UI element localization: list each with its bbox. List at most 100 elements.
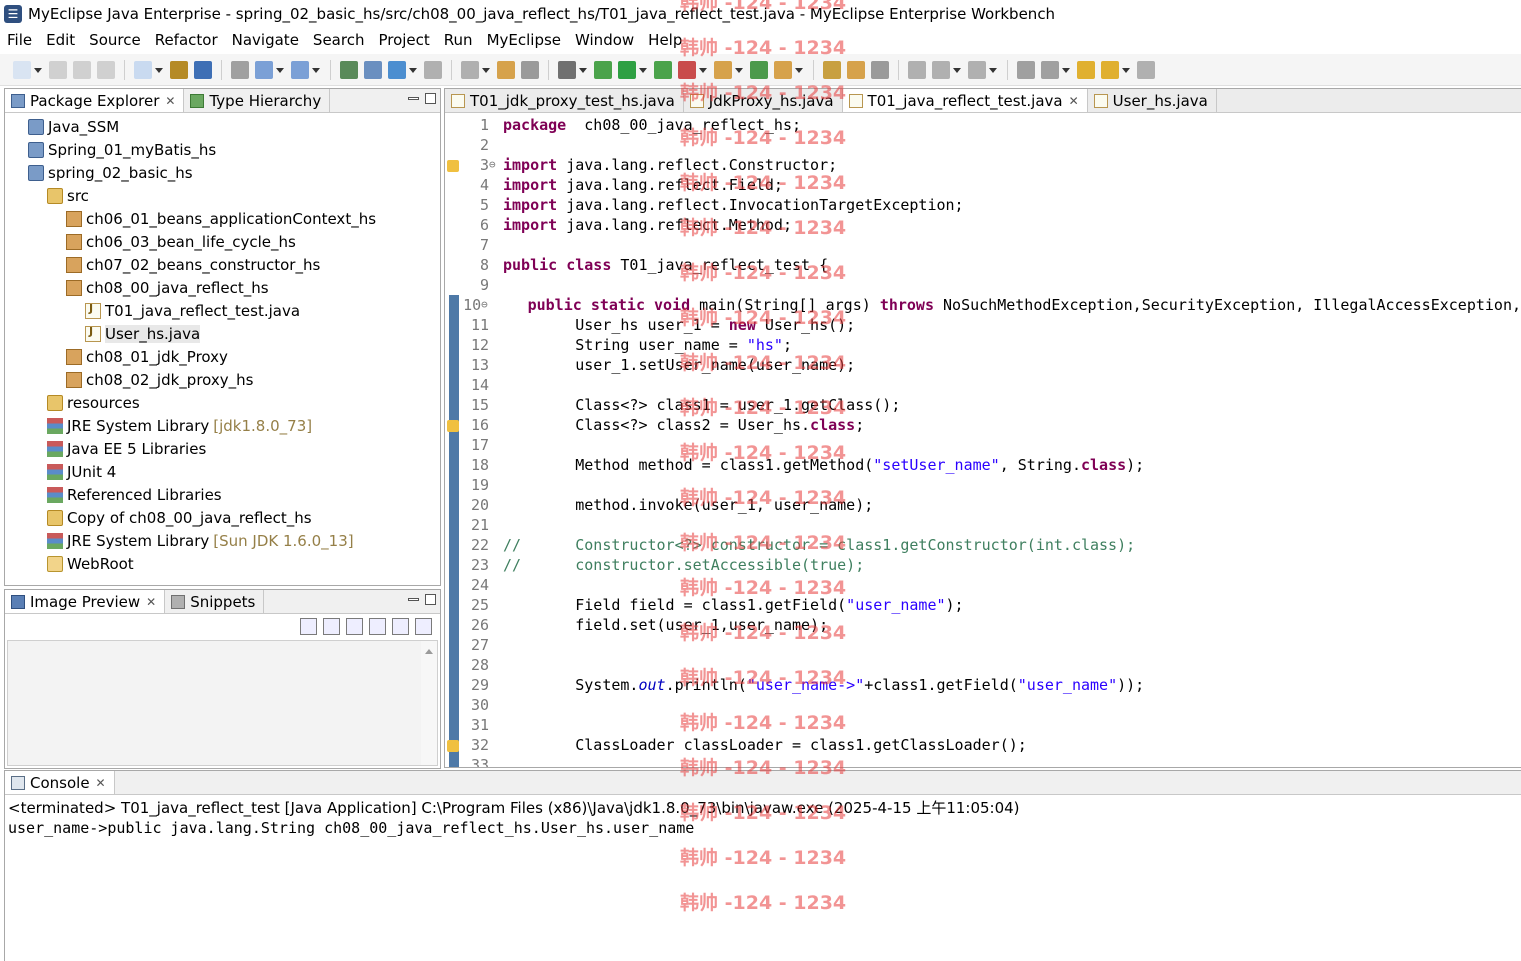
toolbar-button-icon[interactable] xyxy=(134,60,152,79)
editor-body[interactable]: 1 package ch08_00_java_reflect_hs; 2 3 ⊖ impo… xyxy=(445,115,1521,767)
toolbar-button-icon[interactable] xyxy=(255,60,273,79)
chevron-down-icon[interactable] xyxy=(312,61,320,79)
maximize-icon[interactable] xyxy=(425,93,436,104)
toolbar-button-icon[interactable] xyxy=(932,60,950,79)
toolbar-button-icon[interactable] xyxy=(594,60,612,79)
chevron-down-icon[interactable] xyxy=(1062,61,1070,79)
tree-item-ch08-01-jdk-proxy[interactable]: ch08_01_jdk_Proxy xyxy=(5,345,440,368)
toolbar-button-icon[interactable] xyxy=(908,60,926,79)
tree-item-junit-4[interactable]: JUnit 4 xyxy=(5,460,440,483)
menu-item-search[interactable]: Search xyxy=(306,28,372,52)
fold-toggle-icon[interactable]: ⊖ xyxy=(481,295,491,315)
minimize-icon[interactable] xyxy=(408,97,419,100)
tab-console[interactable]: Console ✕ xyxy=(5,771,115,794)
toolbar-button-icon[interactable] xyxy=(73,60,91,79)
tree-item-ch06-03-bean-life-cycle-hs[interactable]: ch06_03_bean_life_cycle_hs xyxy=(5,230,440,253)
toolbar-button-icon[interactable] xyxy=(678,60,696,79)
chevron-down-icon[interactable] xyxy=(989,61,997,79)
menu-item-myeclipse[interactable]: MyEclipse xyxy=(480,28,568,52)
chevron-down-icon[interactable] xyxy=(409,61,417,79)
menu-item-run[interactable]: Run xyxy=(437,28,480,52)
toolbar-button-icon[interactable] xyxy=(97,60,115,79)
tab-t01-java-reflect-test-java[interactable]: T01_java_reflect_test.java ✕ xyxy=(842,89,1088,112)
menu-item-refactor[interactable]: Refactor xyxy=(148,28,225,52)
toolbar-button-icon[interactable] xyxy=(13,60,31,79)
toolbar-button-icon[interactable] xyxy=(618,60,636,79)
code-area[interactable]: 1 package ch08_00_java_reflect_hs; 2 3 ⊖ impo… xyxy=(459,115,1521,767)
close-icon[interactable]: ✕ xyxy=(165,94,175,108)
tree-item-java-ssm[interactable]: Java_SSM xyxy=(5,115,440,138)
tree-item-referenced-libraries[interactable]: Referenced Libraries xyxy=(5,483,440,506)
toolbar-button-icon[interactable] xyxy=(340,60,358,79)
tree-item-ch08-00-java-reflect-hs[interactable]: ch08_00_java_reflect_hs xyxy=(5,276,440,299)
toolbar-button-icon[interactable] xyxy=(1137,60,1155,79)
tab-t01-jdk-proxy-test-hs-java[interactable]: T01_jdk_proxy_test_hs.java xyxy=(445,89,684,112)
tree-item-jre-system-library[interactable]: JRE System Library [jdk1.8.0_73] xyxy=(5,414,440,437)
minimize-icon[interactable] xyxy=(408,598,419,601)
toolbar-button-icon[interactable] xyxy=(291,60,309,79)
tree-item-t01-java-reflect-test-java[interactable]: T01_java_reflect_test.java xyxy=(5,299,440,322)
tree-item-java-ee-5-libraries[interactable]: Java EE 5 Libraries xyxy=(5,437,440,460)
maximize-icon[interactable] xyxy=(425,594,436,605)
link-with-editor-icon[interactable] xyxy=(300,618,317,635)
chevron-down-icon[interactable] xyxy=(699,61,707,79)
toolbar-button-icon[interactable] xyxy=(1101,60,1119,79)
chevron-down-icon[interactable] xyxy=(639,61,647,79)
toolbar-button-icon[interactable] xyxy=(231,60,249,79)
tree-item-copy-of-ch08-00-java-reflect-hs[interactable]: Copy of ch08_00_java_reflect_hs xyxy=(5,506,440,529)
tab-jdkproxy-hs-java[interactable]: JdkProxy_hs.java xyxy=(684,89,843,112)
chevron-down-icon[interactable] xyxy=(579,61,587,79)
menu-item-file[interactable]: File xyxy=(0,28,39,52)
toolbar-button-icon[interactable] xyxy=(1017,60,1035,79)
tree-item-jre-system-library[interactable]: JRE System Library [Sun JDK 1.6.0_13] xyxy=(5,529,440,552)
close-icon[interactable]: ✕ xyxy=(96,776,106,790)
tree-item-ch06-01-beans-applicationcontext-hs[interactable]: ch06_01_beans_applicationContext_hs xyxy=(5,207,440,230)
menu-item-source[interactable]: Source xyxy=(82,28,148,52)
toolbar-button-icon[interactable] xyxy=(871,60,889,79)
tree-item-src[interactable]: src xyxy=(5,184,440,207)
toolbar-button-icon[interactable] xyxy=(388,60,406,79)
toolbar-button-icon[interactable] xyxy=(497,60,515,79)
toolbar-button-icon[interactable] xyxy=(1077,60,1095,79)
menu-item-edit[interactable]: Edit xyxy=(39,28,82,52)
menu-item-navigate[interactable]: Navigate xyxy=(225,28,306,52)
vertical-scrollbar[interactable] xyxy=(421,641,437,765)
toolbar-button-icon[interactable] xyxy=(714,60,732,79)
tab-image-preview[interactable]: Image Preview ✕ xyxy=(5,590,166,613)
toolbar-button-icon[interactable] xyxy=(558,60,576,79)
toolbar-button-icon[interactable] xyxy=(654,60,672,79)
warning-icon[interactable] xyxy=(447,160,459,172)
menu-item-help[interactable]: Help xyxy=(641,28,689,52)
toolbar-button-icon[interactable] xyxy=(364,60,382,79)
tree-item-resources[interactable]: resources xyxy=(5,391,440,414)
tab-type-hierarchy[interactable]: Type Hierarchy xyxy=(184,89,331,112)
toolbar-button-icon[interactable] xyxy=(774,60,792,79)
fit-image-icon[interactable] xyxy=(323,618,340,635)
zoom-out-icon[interactable] xyxy=(346,618,363,635)
toolbar-button-icon[interactable] xyxy=(521,60,539,79)
tree-item-webroot[interactable]: WebRoot xyxy=(5,552,440,575)
warning-icon[interactable] xyxy=(447,740,459,752)
toolbar-button-icon[interactable] xyxy=(461,60,479,79)
chevron-down-icon[interactable] xyxy=(735,61,743,79)
toolbar-button-icon[interactable] xyxy=(170,60,188,79)
console-output[interactable]: user_name->public java.lang.String ch08_… xyxy=(5,819,1521,837)
menu-item-project[interactable]: Project xyxy=(371,28,436,52)
tab-snippets[interactable]: Snippets xyxy=(165,590,265,613)
close-icon[interactable]: ✕ xyxy=(1069,94,1079,108)
toolbar-button-icon[interactable] xyxy=(847,60,865,79)
warning-icon[interactable] xyxy=(447,420,459,432)
close-icon[interactable]: ✕ xyxy=(146,595,156,609)
toolbar-button-icon[interactable] xyxy=(750,60,768,79)
fold-toggle-icon[interactable]: ⊖ xyxy=(489,155,503,175)
zoom-in-icon[interactable] xyxy=(369,618,386,635)
chevron-down-icon[interactable] xyxy=(953,61,961,79)
toolbar-button-icon[interactable] xyxy=(194,60,212,79)
tree-item-spring-02-basic-hs[interactable]: spring_02_basic_hs xyxy=(5,161,440,184)
chevron-down-icon[interactable] xyxy=(34,61,42,79)
toolbar-button-icon[interactable] xyxy=(424,60,442,79)
fit-window-icon[interactable] xyxy=(415,618,432,635)
chevron-down-icon[interactable] xyxy=(1122,61,1130,79)
chevron-down-icon[interactable] xyxy=(482,61,490,79)
chevron-down-icon[interactable] xyxy=(276,61,284,79)
